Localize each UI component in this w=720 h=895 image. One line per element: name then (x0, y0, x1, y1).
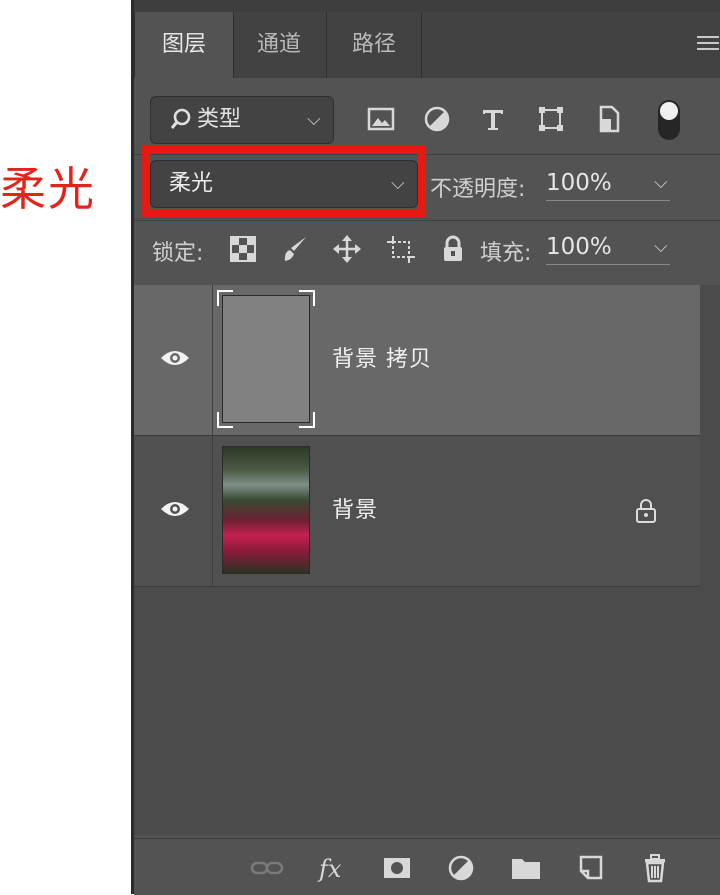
fx-icon[interactable]: fx (316, 853, 355, 888)
opacity-field[interactable]: 100% ⌵ (546, 170, 670, 201)
opacity-label: 不透明度: (430, 177, 526, 202)
tab-layers[interactable]: 图层 (134, 12, 234, 78)
layer-thumbnail (217, 290, 315, 428)
adjustment-icon[interactable] (446, 853, 483, 888)
layer-filter-select[interactable]: 类型 ⌵ (150, 96, 334, 144)
type-filter-icon[interactable] (478, 104, 508, 134)
filter-toggle[interactable] (658, 100, 680, 140)
opacity-value: 100% (546, 170, 612, 196)
blend-mode-annotation: 柔光 (0, 162, 96, 216)
selection-corner (217, 412, 233, 428)
folder-icon[interactable] (510, 853, 540, 883)
layers-panel: 图层 通道 路径 类型 ⌵ 柔光 ⌵ 不透明度: 100% ⌵ 锁定: 填充: … (131, 0, 720, 895)
visibility-cell[interactable] (134, 285, 213, 435)
selection-corner (217, 290, 233, 306)
layer-thumbnail (222, 446, 310, 574)
layer-lock-icon[interactable] (634, 498, 658, 524)
layer-row[interactable]: 背景 (134, 436, 700, 587)
tab-channels[interactable]: 通道 (232, 12, 326, 78)
lock-all-icon[interactable] (438, 234, 468, 264)
smart-object-filter-icon[interactable] (594, 104, 624, 134)
trash-icon[interactable] (640, 853, 670, 883)
selection-corner (299, 290, 315, 306)
layers-list: 背景 拷贝 背景 (134, 285, 700, 835)
selection-corner (299, 412, 315, 428)
shape-filter-icon[interactable] (536, 104, 566, 134)
fill-field[interactable]: 100% ⌵ (546, 234, 670, 265)
layer-row[interactable]: 背景 拷贝 (134, 285, 700, 436)
chevron-down-icon: ⌵ (307, 109, 321, 130)
filter-kind-label: 类型 (197, 107, 242, 132)
lock-image-icon[interactable] (280, 234, 310, 264)
layer-name[interactable]: 背景 (332, 436, 378, 586)
layers-scrollbar[interactable] (700, 285, 720, 835)
tab-paths[interactable]: 路径 (327, 12, 421, 78)
eye-icon[interactable] (160, 499, 190, 519)
fill-label: 填充: (480, 241, 532, 266)
lock-label: 锁定: (152, 241, 204, 266)
new-layer-icon[interactable] (576, 853, 606, 883)
panel-tab-bar: 图层 通道 路径 (134, 12, 720, 78)
adjustment-filter-icon[interactable] (422, 104, 452, 134)
link-icon[interactable] (250, 853, 284, 883)
panel-top-strip (134, 0, 720, 12)
divider (134, 220, 720, 221)
lock-artboard-icon[interactable] (386, 234, 416, 264)
svg-text:fx: fx (317, 855, 342, 883)
pixel-filter-icon[interactable] (366, 104, 396, 134)
chevron-down-icon: ⌵ (654, 236, 668, 257)
eye-icon[interactable] (160, 348, 190, 368)
layer-name[interactable]: 背景 拷贝 (332, 285, 432, 435)
layers-bottom-toolbar: fx (134, 838, 720, 895)
lock-transparent-icon[interactable] (228, 234, 258, 264)
visibility-cell[interactable] (134, 436, 213, 586)
chevron-down-icon: ⌵ (654, 172, 668, 193)
lock-position-icon[interactable] (332, 234, 362, 264)
highlight-box (142, 145, 426, 217)
fill-value: 100% (546, 234, 612, 260)
mask-icon[interactable] (382, 853, 412, 883)
tab-divider (421, 12, 422, 78)
panel-menu-icon[interactable] (697, 36, 719, 54)
